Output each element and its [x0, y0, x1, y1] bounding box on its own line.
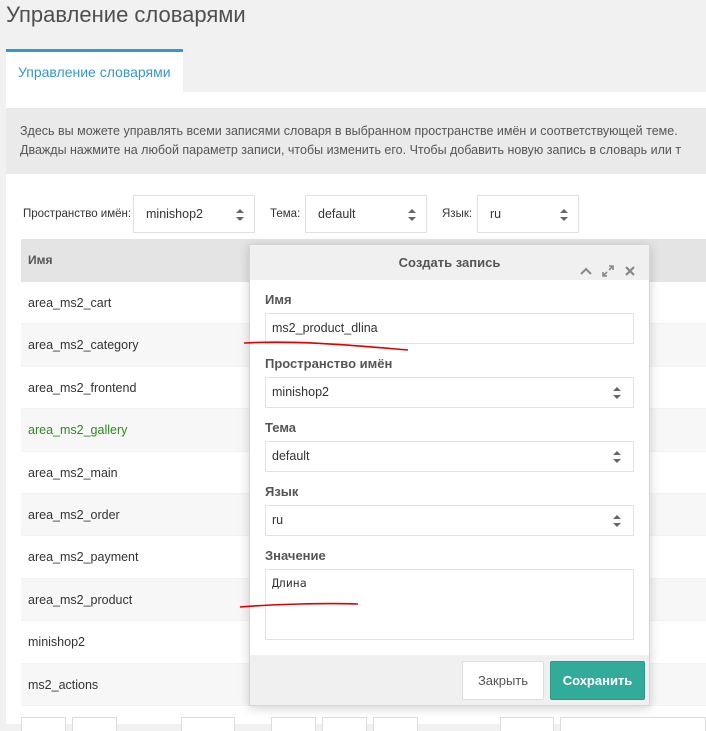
- description-box: Здесь вы можете управлять всеми записями…: [6, 108, 706, 174]
- pager-next-button[interactable]: [271, 717, 316, 731]
- spinner-icon: [613, 387, 621, 399]
- dialog-body: Имя ms2_product_dlina Пространство имён …: [250, 280, 649, 655]
- collapse-icon[interactable]: [579, 256, 593, 275]
- language-label: Язык: [265, 484, 299, 499]
- name-input[interactable]: ms2_product_dlina: [265, 313, 634, 344]
- language-select-value: ru: [272, 513, 284, 527]
- spinner-icon: [613, 515, 621, 527]
- namespace-label: Пространство имён: [265, 356, 393, 371]
- spinner-icon: [408, 209, 416, 221]
- dialog-footer: Закрыть Сохранить: [250, 655, 649, 705]
- page-title: Управление словарями: [6, 2, 246, 27]
- value-textarea[interactable]: Длина: [265, 569, 634, 640]
- topic-filter-value: default: [318, 207, 356, 221]
- pager-first-button[interactable]: [21, 717, 66, 731]
- dialog-title: Создать запись: [398, 255, 501, 270]
- spinner-icon: [560, 209, 568, 221]
- tab-dictionary-management[interactable]: Управление словарями: [6, 49, 183, 92]
- language-filter-select[interactable]: ru: [477, 195, 579, 233]
- namespace-filter-value: minishop2: [146, 207, 203, 221]
- description-line-1: Здесь вы можете управлять всеми записями…: [20, 124, 678, 138]
- language-filter-label: Язык:: [442, 208, 473, 220]
- pager-info: [560, 717, 706, 731]
- expand-icon[interactable]: [601, 256, 615, 277]
- namespace-select[interactable]: minishop2: [265, 377, 634, 408]
- language-filter-value: ru: [490, 207, 502, 221]
- namespace-filter-select[interactable]: minishop2: [133, 195, 255, 233]
- dialog-header[interactable]: Создать запись: [250, 245, 649, 280]
- save-button[interactable]: Сохранить: [550, 661, 645, 700]
- language-select[interactable]: ru: [265, 505, 634, 536]
- pager-refresh-button[interactable]: [373, 717, 418, 731]
- namespace-filter-label: Пространство имён:: [23, 208, 132, 220]
- value-textarea-text: Длина: [272, 576, 307, 590]
- pager-size-input[interactable]: [500, 717, 554, 731]
- spinner-icon: [236, 209, 244, 221]
- topic-select-value: default: [272, 449, 310, 463]
- spinner-icon: [613, 451, 621, 463]
- close-icon[interactable]: [623, 256, 637, 276]
- pager-page-input[interactable]: [181, 717, 235, 731]
- value-label: Значение: [265, 548, 326, 563]
- create-entry-dialog: Создать запись Имя ms2_product_dlina Про…: [249, 244, 650, 706]
- name-input-value: ms2_product_dlina: [272, 321, 378, 335]
- namespace-select-value: minishop2: [272, 385, 329, 399]
- pager-prev-button[interactable]: [72, 717, 117, 731]
- name-label: Имя: [265, 292, 292, 307]
- topic-label: Тема: [265, 420, 297, 435]
- close-button[interactable]: Закрыть: [462, 661, 544, 700]
- topic-filter-select[interactable]: default: [305, 195, 427, 233]
- description-line-2: Дважды нажмите на любой параметр записи,…: [20, 143, 682, 157]
- pager-last-button[interactable]: [322, 717, 367, 731]
- topic-select[interactable]: default: [265, 441, 634, 472]
- topic-filter-label: Тема:: [270, 208, 301, 220]
